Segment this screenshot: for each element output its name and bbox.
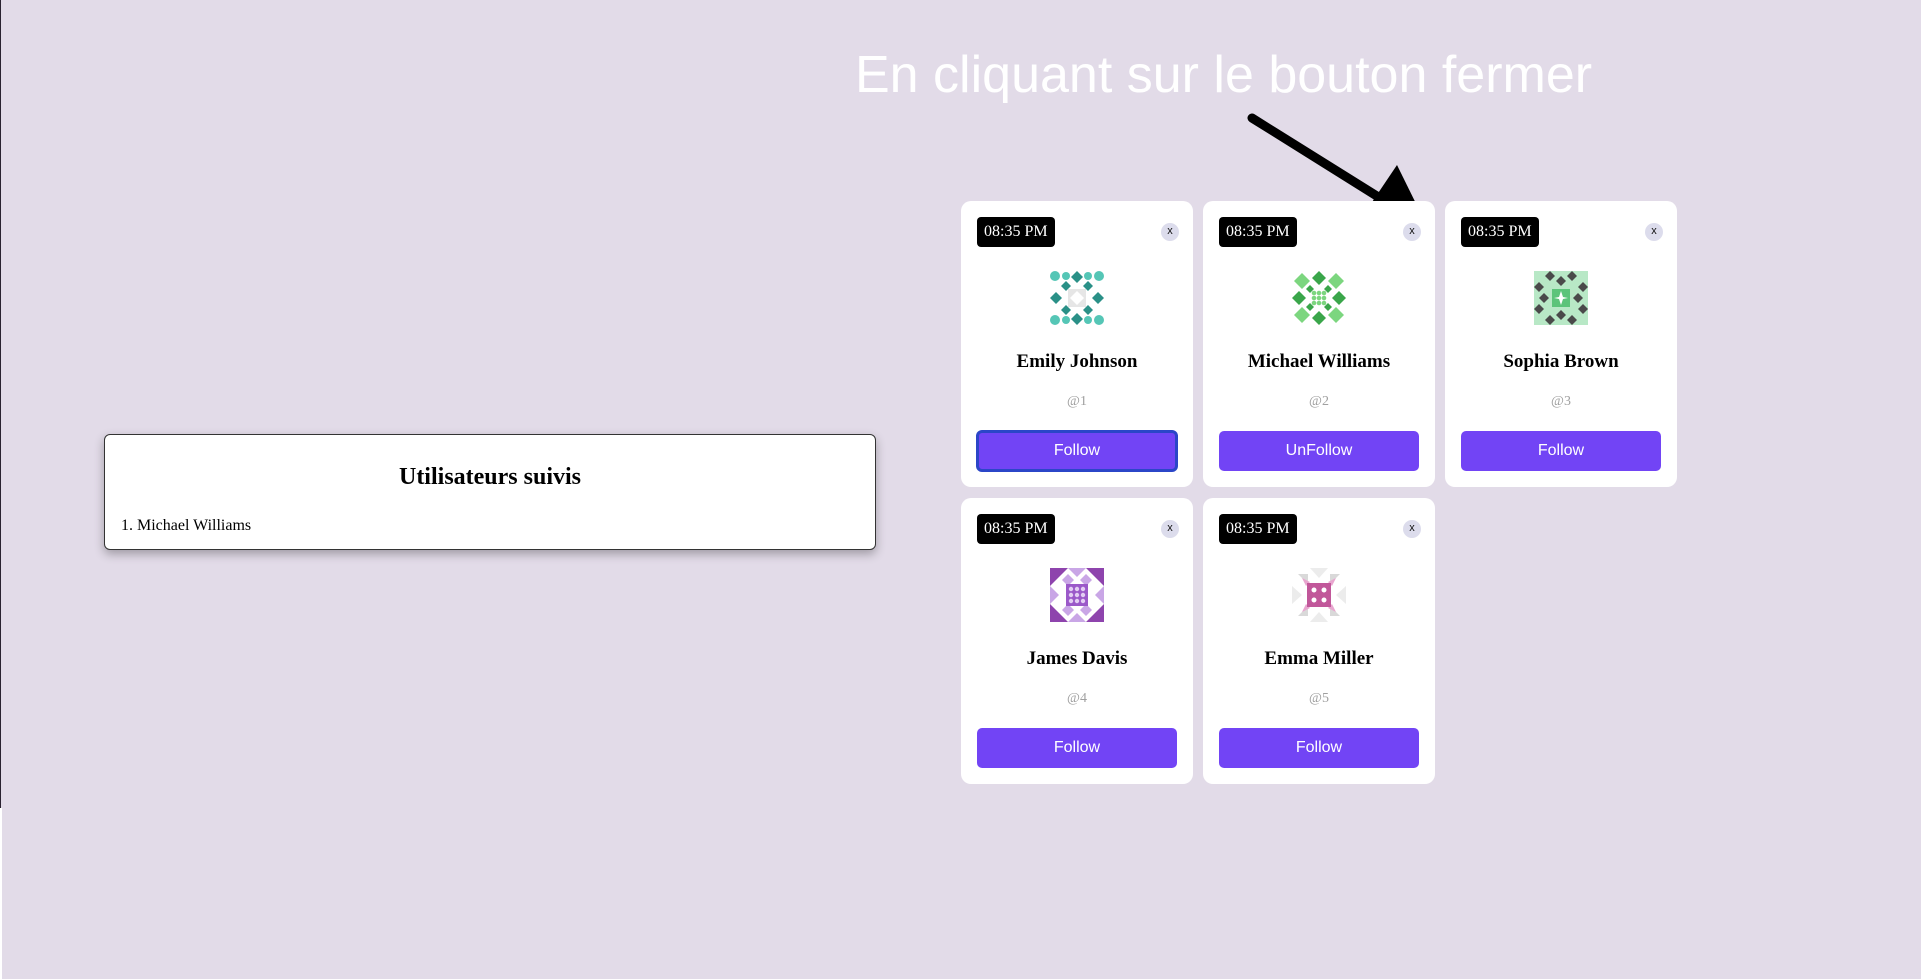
user-card: 08:35 PM x Emma Miller @5 Follow — [1203, 498, 1435, 784]
user-name: Emily Johnson — [1016, 351, 1138, 372]
user-card: 08:35 PM x Sophia Brown @3 Follow — [1445, 201, 1677, 487]
time-badge: 08:35 PM — [977, 514, 1055, 544]
user-handle: @4 — [1067, 691, 1087, 706]
time-badge: 08:35 PM — [977, 217, 1055, 247]
window-bottom-edge — [0, 808, 2, 979]
close-button[interactable]: x — [1161, 520, 1179, 538]
avatar-icon — [1292, 271, 1346, 325]
avatar-icon — [1050, 568, 1104, 622]
user-handle: @2 — [1309, 394, 1329, 409]
user-card: 08:35 PM x Emily Johnson @1 Follow — [961, 201, 1193, 487]
followed-users-list: 1. Michael Williams — [121, 517, 251, 535]
follow-button[interactable]: Follow — [977, 728, 1177, 768]
avatar-icon — [1534, 271, 1588, 325]
followed-users-panel: Utilisateurs suivis 1. Michael Williams — [104, 434, 876, 550]
time-badge: 08:35 PM — [1219, 514, 1297, 544]
follow-button[interactable]: Follow — [977, 431, 1177, 471]
unfollow-button[interactable]: UnFollow — [1219, 431, 1419, 471]
close-button[interactable]: x — [1161, 223, 1179, 241]
close-button[interactable]: x — [1403, 223, 1421, 241]
user-card: 08:35 PM x Michael Williams @2 UnFollow — [1203, 201, 1435, 487]
instruction-annotation: En cliquant sur le bouton fermer — [855, 46, 1593, 104]
user-name: Emma Miller — [1264, 648, 1374, 669]
time-badge: 08:35 PM — [1461, 217, 1539, 247]
close-button[interactable]: x — [1403, 520, 1421, 538]
user-name: Sophia Brown — [1503, 351, 1619, 372]
close-button[interactable]: x — [1645, 223, 1663, 241]
user-handle: @1 — [1067, 394, 1087, 409]
followed-user-item: 1. Michael Williams — [121, 517, 252, 534]
follow-button[interactable]: Follow — [1461, 431, 1661, 471]
followed-users-title: Utilisateurs suivis — [398, 464, 581, 490]
user-name: Michael Williams — [1247, 351, 1391, 372]
user-handle: @3 — [1551, 394, 1571, 409]
avatar-icon — [1292, 568, 1346, 622]
follow-button[interactable]: Follow — [1219, 728, 1419, 768]
time-badge: 08:35 PM — [1219, 217, 1297, 247]
user-card: 08:35 PM x James Davis @4 Follow — [961, 498, 1193, 784]
user-name: James Davis — [1026, 648, 1128, 669]
window-left-edge — [0, 0, 1, 808]
user-handle: @5 — [1309, 691, 1329, 706]
avatar-icon — [1050, 271, 1104, 325]
